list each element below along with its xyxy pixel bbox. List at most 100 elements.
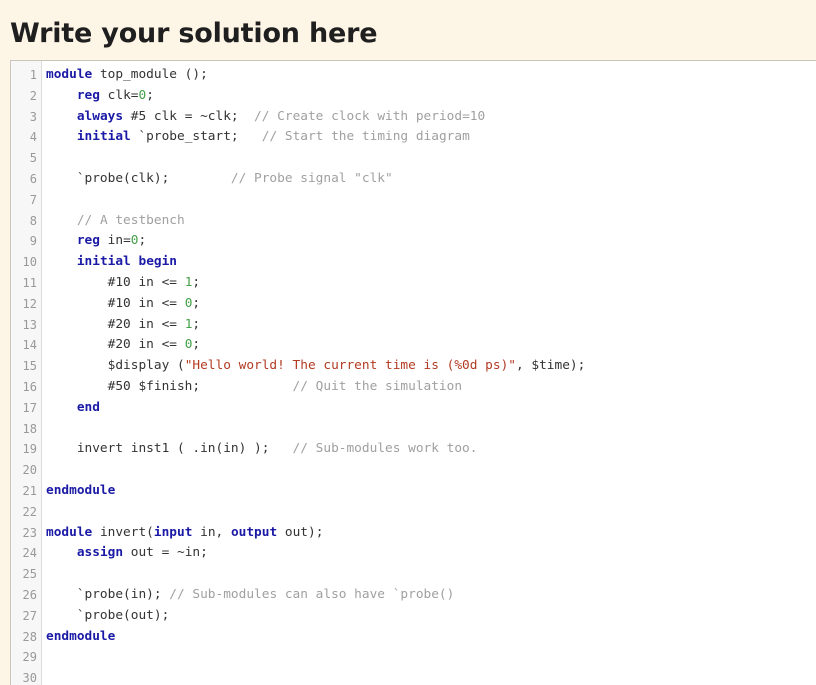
code-line[interactable]: 8 // A testbench bbox=[11, 211, 816, 232]
code-token: module bbox=[46, 524, 93, 540]
code-line[interactable]: 28 endmodule bbox=[11, 627, 816, 648]
code-token: #50 $finish; bbox=[46, 378, 293, 394]
code-text[interactable]: assign out = ~in; bbox=[46, 543, 208, 564]
code-text[interactable]: #50 $finish; // Quit the simulation bbox=[46, 377, 462, 398]
code-text[interactable]: initial begin bbox=[46, 252, 177, 273]
code-line[interactable]: 13 #20 in <= 1; bbox=[11, 315, 816, 336]
code-line[interactable]: 6 `probe(clk); // Probe signal "clk" bbox=[11, 169, 816, 190]
code-token: ; bbox=[146, 87, 154, 103]
code-line[interactable]: 14 #20 in <= 0; bbox=[11, 335, 816, 356]
code-line[interactable]: 15 $display ("Hello world! The current t… bbox=[11, 356, 816, 377]
code-text[interactable]: #20 in <= 1; bbox=[46, 315, 201, 336]
line-number: 21 bbox=[22, 483, 37, 498]
code-token: invert( bbox=[92, 524, 154, 540]
code-token: initial bbox=[76, 129, 131, 145]
code-text[interactable]: invert inst1 ( .in(in) ); // Sub-modules… bbox=[46, 439, 478, 460]
code-token: `probe(out); bbox=[46, 607, 170, 623]
line-number: 19 bbox=[22, 442, 37, 457]
code-line[interactable]: 20 bbox=[11, 460, 816, 481]
code-text[interactable]: initial `probe_start; // Start the timin… bbox=[46, 127, 470, 148]
line-number: 28 bbox=[22, 629, 37, 644]
code-line[interactable]: 17 end bbox=[11, 398, 816, 419]
code-text[interactable]: endmodule bbox=[46, 481, 115, 502]
code-line[interactable]: 27 `probe(out); bbox=[11, 606, 816, 627]
line-number: 11 bbox=[22, 275, 37, 290]
code-line[interactable]: 21 endmodule bbox=[11, 481, 816, 502]
code-token: module bbox=[46, 67, 93, 82]
code-text[interactable]: module invert(input in, output out); bbox=[46, 523, 323, 544]
code-text[interactable]: reg clk=0; bbox=[46, 86, 154, 107]
code-text[interactable]: `probe(in); // Sub-modules can also have… bbox=[46, 585, 455, 606]
line-number: 12 bbox=[22, 296, 37, 311]
code-token: output bbox=[230, 524, 278, 540]
code-text[interactable]: always #5 clk = ~clk; // Create clock wi… bbox=[46, 107, 485, 128]
code-token: in= bbox=[99, 233, 131, 249]
code-token: // Quit the simulation bbox=[292, 378, 463, 394]
line-number: 3 bbox=[29, 109, 37, 124]
code-token: out = ~in; bbox=[123, 545, 208, 561]
code-token: ; bbox=[192, 274, 201, 290]
code-token: #20 in <= bbox=[46, 316, 185, 332]
code-line[interactable]: 12 #10 in <= 0; bbox=[11, 294, 816, 315]
code-token: reg bbox=[76, 233, 100, 249]
code-token: 0 bbox=[130, 233, 139, 249]
code-token: invert inst1 ( .in(in) ); bbox=[46, 441, 293, 457]
code-editor[interactable]: 1 module top_module (); 2 reg clk=0; 3 alwa… bbox=[10, 60, 816, 685]
code-token: "Hello world! The current time is (%0d p… bbox=[184, 358, 516, 374]
code-token: ; bbox=[192, 295, 201, 311]
code-text[interactable]: #10 in <= 1; bbox=[46, 273, 201, 294]
code-text[interactable]: reg in=0; bbox=[46, 231, 146, 252]
line-number: 15 bbox=[22, 359, 37, 374]
code-line[interactable]: 18 bbox=[11, 419, 816, 440]
code-line[interactable]: 23 module invert(input in, output out); bbox=[11, 523, 816, 544]
code-token: ; bbox=[138, 233, 147, 249]
code-line[interactable]: 3 always #5 clk = ~clk; // Create clock … bbox=[11, 107, 816, 128]
line-number: 17 bbox=[22, 400, 37, 415]
code-line[interactable]: 5 bbox=[11, 148, 816, 169]
code-text[interactable]: `probe(clk); // Probe signal "clk" bbox=[46, 169, 393, 190]
code-token: assign bbox=[76, 545, 124, 561]
line-number: 10 bbox=[22, 255, 37, 270]
line-number: 8 bbox=[29, 213, 37, 228]
line-number: 29 bbox=[22, 650, 37, 665]
code-line[interactable]: 29 bbox=[11, 647, 816, 668]
line-number: 14 bbox=[22, 338, 37, 353]
code-token: initial bbox=[76, 254, 131, 270]
code-token: ; bbox=[192, 337, 201, 353]
line-number: 22 bbox=[22, 504, 37, 519]
code-line[interactable]: 26 `probe(in); // Sub-modules can also h… bbox=[11, 585, 816, 606]
code-lines[interactable]: 1 module top_module (); 2 reg clk=0; 3 alwa… bbox=[11, 65, 816, 685]
code-text[interactable]: // A testbench bbox=[46, 211, 185, 232]
code-line[interactable]: 11 #10 in <= 1; bbox=[11, 273, 816, 294]
code-line[interactable]: 7 bbox=[11, 190, 816, 211]
code-text[interactable]: module top_module (); bbox=[46, 65, 208, 86]
code-line[interactable]: 19 invert inst1 ( .in(in) ); // Sub-modu… bbox=[11, 439, 816, 460]
line-number: 30 bbox=[22, 671, 37, 685]
code-line[interactable]: 25 bbox=[11, 564, 816, 585]
code-text[interactable]: endmodule bbox=[46, 627, 115, 648]
code-line[interactable]: 4 initial `probe_start; // Start the tim… bbox=[11, 127, 816, 148]
code-token: clk= bbox=[99, 87, 139, 103]
code-line[interactable]: 1 module top_module (); bbox=[11, 65, 816, 86]
code-line[interactable]: 22 bbox=[11, 502, 816, 523]
line-number: 2 bbox=[29, 88, 37, 103]
code-token: // Sub-modules work too. bbox=[292, 441, 478, 457]
code-line[interactable]: 24 assign out = ~in; bbox=[11, 543, 816, 564]
code-token: // A testbench bbox=[76, 212, 185, 228]
code-token: in, bbox=[192, 524, 231, 540]
code-text[interactable]: #10 in <= 0; bbox=[46, 294, 201, 315]
code-text[interactable]: #20 in <= 0; bbox=[46, 335, 201, 356]
code-line[interactable]: 30 bbox=[11, 668, 816, 685]
code-line[interactable]: 2 reg clk=0; bbox=[11, 86, 816, 107]
code-token: endmodule bbox=[46, 628, 116, 644]
code-text[interactable]: $display ("Hello world! The current time… bbox=[46, 356, 586, 377]
code-line[interactable]: 16 #50 $finish; // Quit the simulation bbox=[11, 377, 816, 398]
code-text[interactable]: `probe(out); bbox=[46, 606, 169, 627]
code-line[interactable]: 10 initial begin bbox=[11, 252, 816, 273]
code-text[interactable]: end bbox=[46, 398, 100, 419]
line-number: 26 bbox=[22, 587, 37, 602]
code-line[interactable]: 9 reg in=0; bbox=[11, 231, 816, 252]
